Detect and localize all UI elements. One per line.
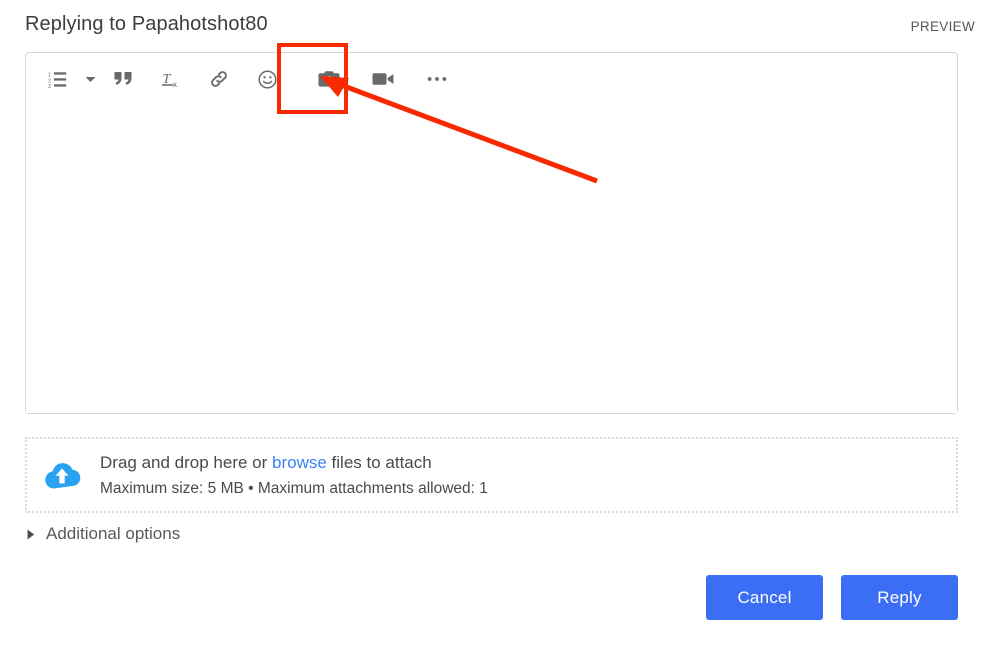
chevron-down-icon bbox=[85, 76, 96, 83]
dropzone-text: Drag and drop here or browse files to at… bbox=[100, 450, 488, 501]
dialog-header: Replying to Papahotshot80 PREVIEW bbox=[0, 0, 999, 52]
reply-editor: 1 2 3 T x bbox=[25, 52, 958, 414]
insert-emoji-button[interactable] bbox=[250, 62, 284, 96]
clear-formatting-button[interactable]: T x bbox=[154, 62, 188, 96]
browse-link[interactable]: browse bbox=[272, 453, 327, 472]
emoji-icon bbox=[257, 69, 277, 89]
camera-icon bbox=[318, 70, 340, 88]
preview-toggle[interactable]: PREVIEW bbox=[911, 19, 975, 34]
dropzone-text-after: files to attach bbox=[326, 452, 432, 472]
additional-options-toggle[interactable]: Additional options bbox=[25, 524, 180, 544]
dropzone-limits: Maximum size: 5 MB • Maximum attachments… bbox=[100, 479, 488, 497]
cloud-upload-icon bbox=[40, 456, 84, 494]
editor-toolbar: 1 2 3 T x bbox=[26, 53, 957, 105]
triangle-right-icon bbox=[25, 528, 37, 540]
dropzone-instruction: Drag and drop here or browse files to at… bbox=[100, 450, 488, 476]
list-options-button[interactable] bbox=[80, 62, 100, 96]
quote-icon bbox=[114, 71, 133, 87]
more-options-icon bbox=[427, 76, 447, 82]
svg-text:x: x bbox=[173, 80, 177, 89]
page-title: Replying to Papahotshot80 bbox=[25, 13, 268, 35]
quote-button[interactable] bbox=[106, 62, 140, 96]
link-icon bbox=[209, 69, 229, 89]
cancel-button[interactable]: Cancel bbox=[706, 575, 823, 620]
insert-video-button[interactable] bbox=[366, 62, 400, 96]
clear-formatting-icon: T x bbox=[161, 70, 181, 89]
numbered-list-icon: 1 2 3 bbox=[48, 71, 67, 88]
insert-image-button[interactable] bbox=[312, 62, 346, 96]
numbered-list-button[interactable]: 1 2 3 bbox=[40, 62, 74, 96]
reply-textarea[interactable] bbox=[26, 105, 957, 413]
video-camera-icon bbox=[372, 71, 394, 87]
additional-options-label: Additional options bbox=[46, 524, 181, 543]
reply-button[interactable]: Reply bbox=[841, 575, 958, 620]
more-options-button[interactable] bbox=[420, 62, 454, 96]
dropzone-text-before: Drag and drop here or bbox=[100, 452, 272, 472]
attachment-dropzone[interactable]: Drag and drop here or browse files to at… bbox=[25, 437, 958, 513]
insert-link-button[interactable] bbox=[202, 62, 236, 96]
svg-text:3: 3 bbox=[48, 84, 51, 88]
dialog-footer: Cancel Reply bbox=[706, 575, 958, 620]
